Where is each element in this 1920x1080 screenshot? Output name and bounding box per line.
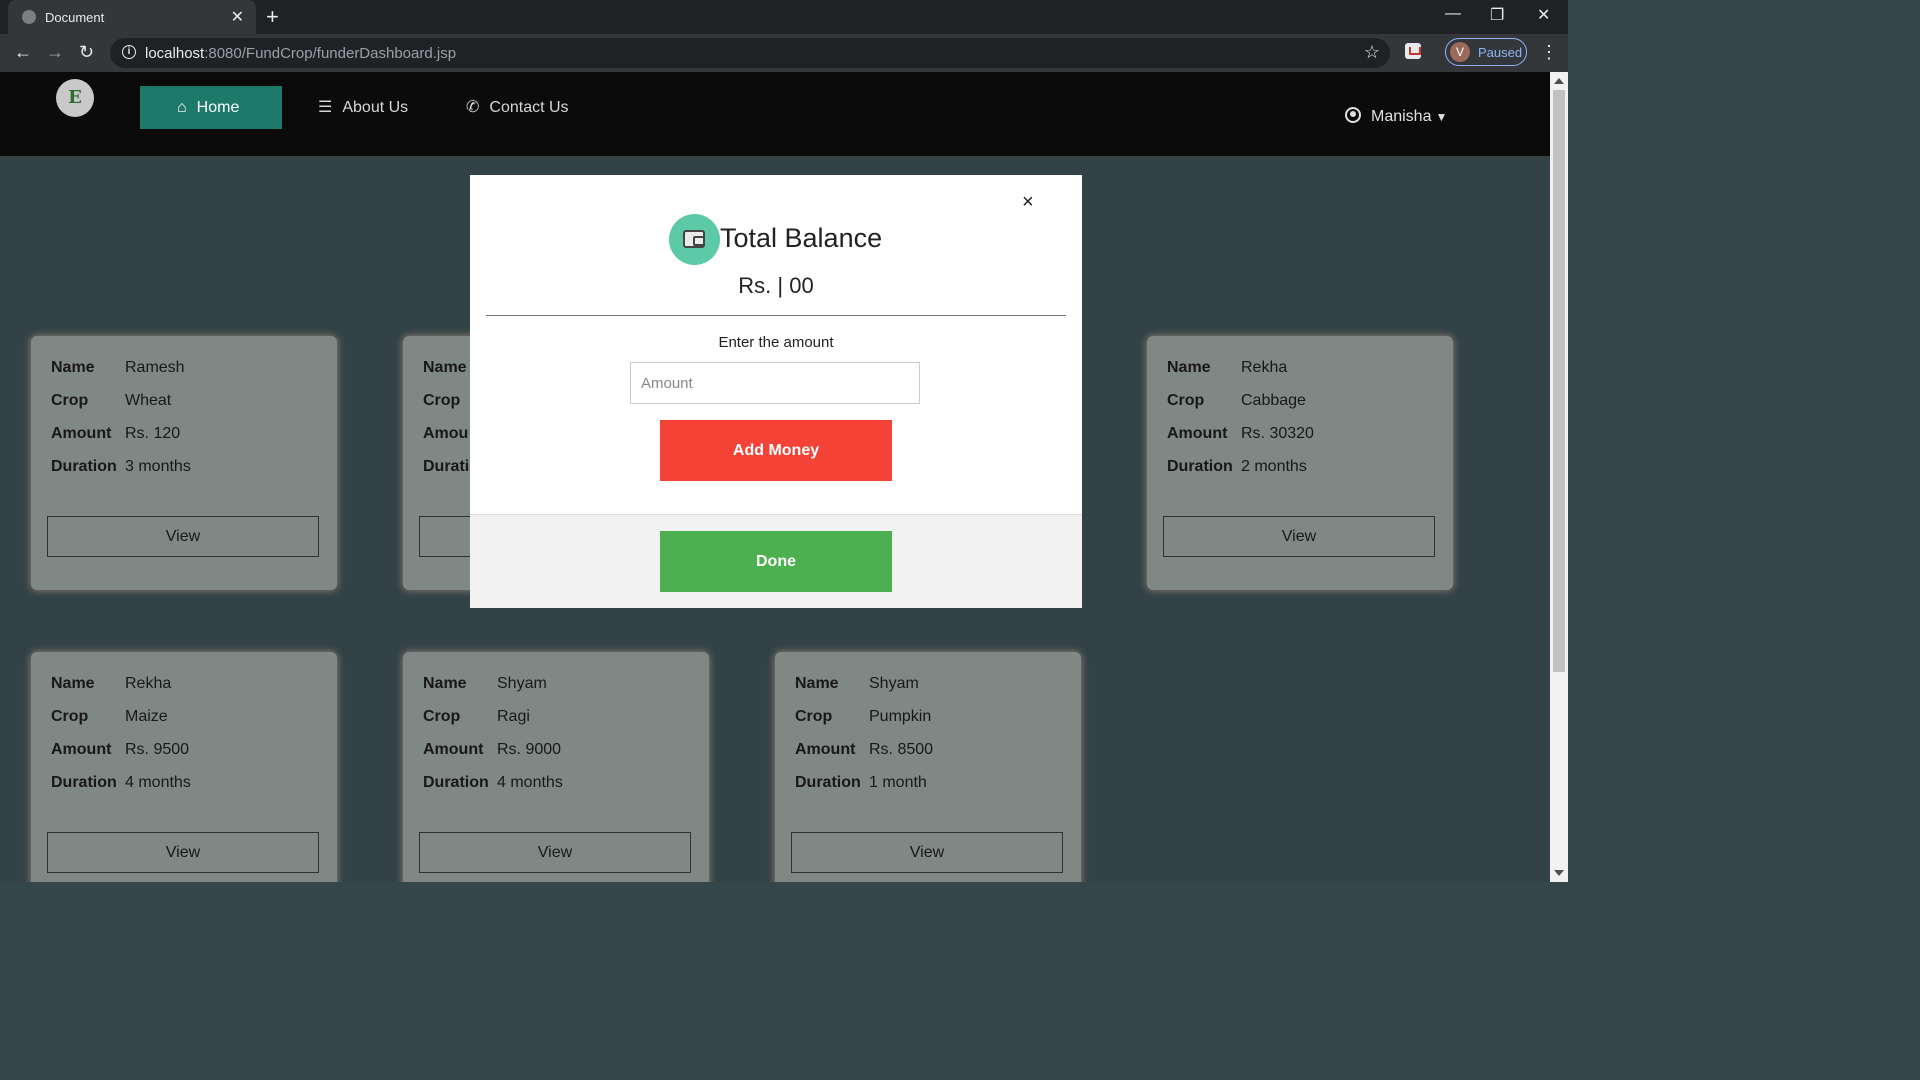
forward-arrow-icon[interactable]: →	[46, 42, 64, 63]
restore-icon[interactable]: ❐	[1490, 5, 1504, 25]
site-logo[interactable]: E	[56, 79, 94, 117]
done-button[interactable]: Done	[660, 531, 892, 592]
tab-title: Document	[45, 10, 105, 25]
page-viewport: E ⌂ Home ☰ About Us ✆ Contact Us Manisha ▼ N…	[0, 72, 1550, 882]
user-circle-icon	[1345, 107, 1361, 123]
browser-tab[interactable]: Document ✕	[8, 0, 256, 34]
avatar: V	[1450, 42, 1470, 62]
user-menu[interactable]: Manisha ▼	[1345, 107, 1447, 126]
divider	[486, 315, 1066, 316]
kebab-menu-icon[interactable]: ⋮	[1540, 42, 1558, 63]
scroll-up-arrow-icon[interactable]	[1554, 78, 1564, 84]
chevron-down-icon: ▼	[1435, 110, 1448, 124]
browser-tab-bar: Document ✕ + — ❐ ✕	[0, 0, 1568, 34]
modal-title: Total Balance	[720, 223, 883, 253]
address-bar[interactable]: i localhost:8080/FundCrop/funderDashboar…	[110, 38, 1390, 68]
url-text: localhost:8080/FundCrop/funderDashboard.…	[145, 45, 457, 62]
window-close-icon[interactable]: ✕	[1537, 5, 1550, 25]
close-tab-icon[interactable]: ✕	[231, 7, 244, 27]
amount-input[interactable]	[630, 362, 920, 404]
phone-icon: ✆	[466, 99, 480, 116]
scroll-thumb[interactable]	[1553, 90, 1565, 672]
wallet-icon	[669, 214, 720, 265]
minimize-icon[interactable]: —	[1445, 5, 1461, 23]
close-icon[interactable]: ×	[1022, 191, 1034, 214]
balance-value: Rs. | 00	[738, 273, 814, 298]
globe-icon	[22, 10, 36, 24]
modal-footer: Done	[470, 514, 1082, 608]
nav-contact-us[interactable]: ✆ Contact Us	[466, 86, 569, 129]
nav-home[interactable]: ⌂ Home	[140, 86, 282, 129]
page-scrollbar[interactable]	[1550, 72, 1568, 882]
reload-icon[interactable]: ↻	[79, 42, 94, 63]
browser-toolbar: ← → ↻ i localhost:8080/FundCrop/funderDa…	[0, 34, 1568, 72]
new-tab-icon[interactable]: +	[266, 4, 279, 30]
scroll-down-arrow-icon[interactable]	[1554, 870, 1564, 876]
balance-modal: × Total Balance Rs. | 00 Enter the amoun…	[470, 175, 1082, 608]
amount-label: Enter the amount	[718, 334, 834, 351]
back-arrow-icon[interactable]: ←	[14, 42, 32, 63]
profile-button[interactable]: V Paused	[1445, 38, 1527, 66]
add-money-button[interactable]: Add Money	[660, 420, 892, 481]
site-navbar: E ⌂ Home ☰ About Us ✆ Contact Us Manisha ▼	[0, 72, 1550, 156]
home-icon: ⌂	[177, 99, 187, 116]
extension-icon[interactable]	[1405, 43, 1421, 59]
bookmark-star-icon[interactable]: ☆	[1364, 42, 1380, 63]
info-icon[interactable]: i	[122, 45, 136, 59]
list-icon: ☰	[318, 99, 333, 116]
nav-about-us[interactable]: ☰ About Us	[318, 86, 408, 129]
profile-status: Paused	[1478, 45, 1523, 60]
